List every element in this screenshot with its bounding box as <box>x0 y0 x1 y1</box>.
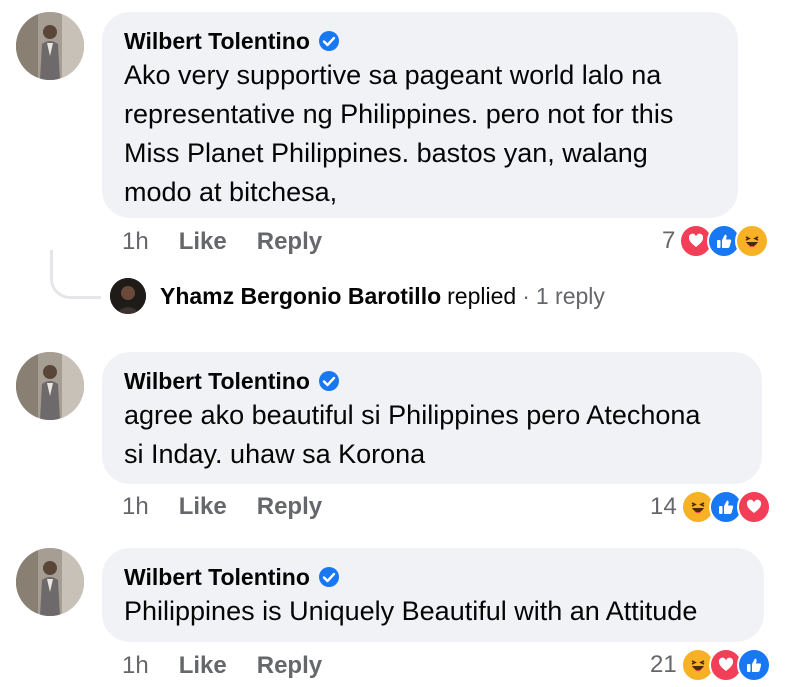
author-name[interactable]: Wilbert Tolentino <box>124 368 310 395</box>
reply-button[interactable]: Reply <box>257 493 322 521</box>
verified-badge-icon <box>318 371 339 391</box>
comment-timestamp[interactable]: 1h <box>122 652 149 680</box>
replied-label: replied <box>447 282 517 309</box>
author-name[interactable]: Wilbert Tolentino <box>124 564 310 591</box>
replier-name: Yhamz Bergonio Barotillo <box>160 282 442 309</box>
author-name[interactable]: Wilbert Tolentino <box>124 28 310 55</box>
verified-badge-icon <box>318 567 339 587</box>
verified-badge-icon <box>318 31 339 51</box>
reaction-count: 14 <box>650 493 677 520</box>
reactions-summary[interactable]: 14 <box>650 490 771 524</box>
reply-count: 1 reply <box>535 282 605 309</box>
comment-actions: 1h Like Reply <box>122 228 322 256</box>
like-reaction-icon <box>736 648 771 682</box>
reactions-summary[interactable]: 7 <box>662 224 770 258</box>
like-button[interactable]: Like <box>179 228 227 256</box>
replier-avatar <box>110 278 146 314</box>
reply-button[interactable]: Reply <box>257 228 322 256</box>
haha-reaction-icon <box>735 224 770 258</box>
comment-text: agree ako beautiful si Philippines pero … <box>124 400 701 469</box>
view-replies-link[interactable]: Yhamz Bergonio Barotillo replied · 1 rep… <box>110 278 605 314</box>
comment-bubble: Wilbert Tolentino Philippines is Uniquel… <box>102 548 764 642</box>
separator-dot: · <box>522 282 530 309</box>
thread-connector <box>50 250 101 299</box>
comment-actions: 1h Like Reply <box>122 652 322 680</box>
reaction-count: 7 <box>662 227 676 254</box>
like-button[interactable]: Like <box>179 493 227 521</box>
comment-text: Ako very supportive sa pageant world lal… <box>124 60 674 207</box>
like-button[interactable]: Like <box>179 652 227 680</box>
author-avatar[interactable] <box>16 548 84 616</box>
comment-actions: 1h Like Reply <box>122 493 322 521</box>
comment-bubble: Wilbert Tolentino agree ako beautiful si… <box>102 352 762 484</box>
comment-text: Philippines is Uniquely Beautiful with a… <box>124 596 698 626</box>
reactions-summary[interactable]: 21 <box>650 648 771 682</box>
reply-button[interactable]: Reply <box>257 652 322 680</box>
reaction-count: 21 <box>650 651 677 678</box>
comment-timestamp[interactable]: 1h <box>122 493 149 521</box>
comment-timestamp[interactable]: 1h <box>122 228 149 256</box>
author-avatar[interactable] <box>16 12 84 80</box>
author-avatar[interactable] <box>16 352 84 420</box>
comment-bubble: Wilbert Tolentino Ako very supportive sa… <box>102 12 738 218</box>
love-reaction-icon <box>736 490 771 524</box>
